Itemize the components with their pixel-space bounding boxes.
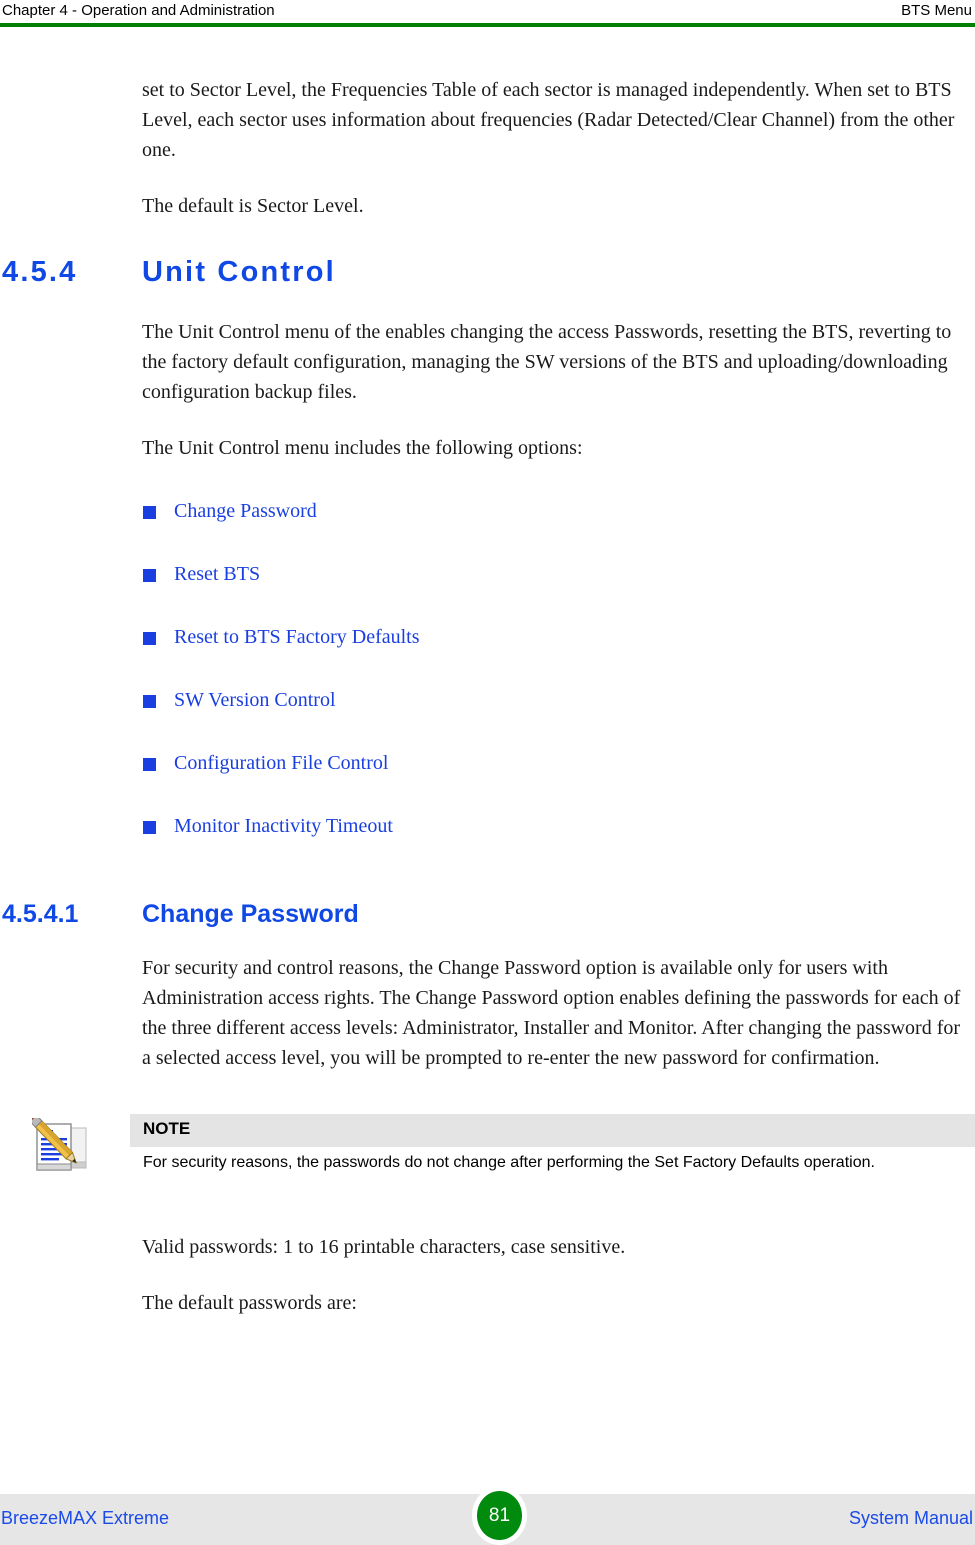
header-section-title: BTS Menu: [901, 2, 972, 19]
bullet-square-icon: [143, 695, 156, 708]
change-password-paragraph-2: Valid passwords: 1 to 16 printable chara…: [142, 1236, 626, 1258]
bullet-square-icon: [143, 821, 156, 834]
bullet-square-icon: [143, 758, 156, 771]
list-item[interactable]: Monitor Inactivity Timeout: [0, 815, 975, 878]
header-chapter-title: Chapter 4 - Operation and Administration: [2, 2, 275, 19]
note-callout: NOTE For security reasons, the passwords…: [0, 1110, 975, 1210]
list-item[interactable]: Reset BTS: [0, 563, 975, 626]
intro-paragraph: set to Sector Level, the Frequencies Tab…: [142, 79, 955, 161]
option-link-configuration-file-control[interactable]: Configuration File Control: [174, 752, 388, 774]
note-text: For security reasons, the passwords do n…: [143, 1154, 875, 1171]
bullet-square-icon: [143, 632, 156, 645]
heading-unit-control-number: 4.5.4: [2, 256, 78, 288]
page-content: set to Sector Level, the Frequencies Tab…: [0, 27, 975, 1318]
note-pencil-notepad-icon: [25, 1110, 90, 1180]
heading-unit-control: 4.5.4 Unit Control: [0, 256, 975, 289]
unit-control-paragraph-2: The Unit Control menu includes the follo…: [142, 437, 583, 459]
option-link-reset-bts[interactable]: Reset BTS: [174, 563, 260, 585]
option-link-change-password[interactable]: Change Password: [174, 500, 317, 522]
page-number-badge: 81: [472, 1486, 527, 1545]
option-link-reset-to-bts-factory-defaults[interactable]: Reset to BTS Factory Defaults: [174, 626, 420, 648]
note-title: NOTE: [143, 1119, 191, 1138]
note-header-band: NOTE: [130, 1114, 975, 1147]
default-value-paragraph: The default is Sector Level.: [142, 195, 364, 217]
unit-control-paragraph-1: The Unit Control menu of the enables cha…: [142, 321, 952, 403]
heading-change-password: 4.5.4.1 Change Password: [0, 900, 975, 929]
page-number: 81: [488, 1504, 511, 1526]
heading-change-password-title: Change Password: [142, 900, 359, 928]
heading-change-password-number: 4.5.4.1: [2, 900, 79, 928]
change-password-paragraph-1: For security and control reasons, the Ch…: [142, 957, 961, 1069]
option-link-sw-version-control[interactable]: SW Version Control: [174, 689, 336, 711]
list-item[interactable]: Change Password: [0, 500, 975, 563]
unit-control-options-list: Change Password Reset BTS Reset to BTS F…: [0, 500, 975, 878]
change-password-paragraph-3: The default passwords are:: [142, 1292, 357, 1314]
footer-product-name: BreezeMAX Extreme: [1, 1508, 170, 1528]
heading-unit-control-title: Unit Control: [142, 256, 336, 288]
footer-document-name: System Manual: [848, 1508, 973, 1528]
bullet-square-icon: [143, 569, 156, 582]
list-item[interactable]: SW Version Control: [0, 689, 975, 752]
bullet-square-icon: [143, 506, 156, 519]
list-item[interactable]: Configuration File Control: [0, 752, 975, 815]
list-item[interactable]: Reset to BTS Factory Defaults: [0, 626, 975, 689]
option-link-monitor-inactivity-timeout[interactable]: Monitor Inactivity Timeout: [174, 815, 393, 837]
